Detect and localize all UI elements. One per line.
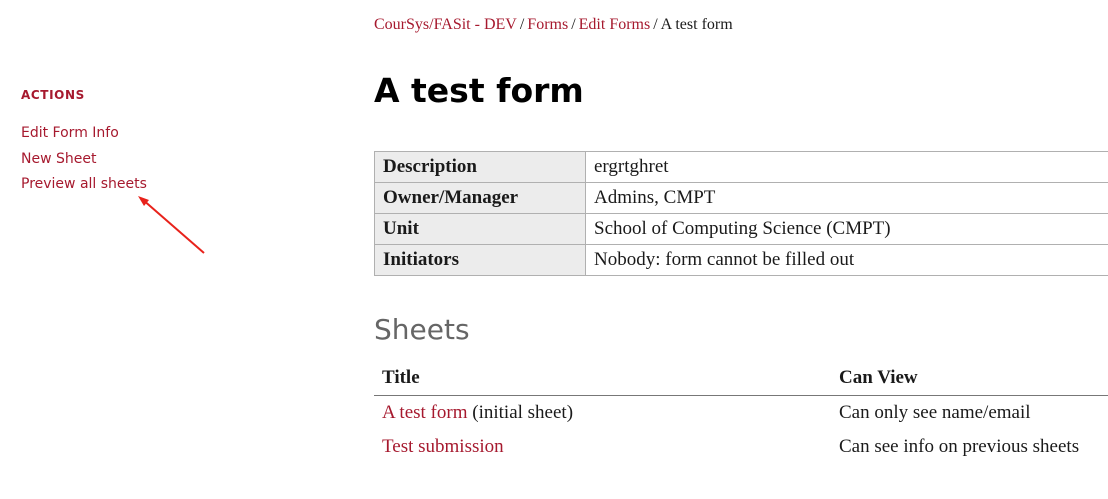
sheets-table: Title Can View A test form (initial shee… [374,362,1108,464]
initial-sheet-note: (initial sheet) [472,402,574,423]
initiators-label: Initiators [374,244,586,276]
description-value: ergrtghret [585,151,1108,183]
can-view-cell: Can only see name/email [839,402,1031,423]
breadcrumb-link-coursys[interactable]: CourSys/FASit - DEV [374,16,517,33]
breadcrumb-link-edit-forms[interactable]: Edit Forms [579,16,651,33]
table-row: Unit School of Computing Science (CMPT) [374,213,1108,245]
sheet-title-cell: Test submission [374,430,831,464]
breadcrumb-current: A test form [660,16,733,33]
preview-all-sheets-link[interactable]: Preview all sheets [21,176,147,192]
unit-value: School of Computing Science (CMPT) [585,213,1108,245]
table-row: Description ergrtghret [374,151,1108,183]
actions-heading: ACTIONS [21,88,85,102]
new-sheet-link[interactable]: New Sheet [21,151,96,167]
sheet-link-a-test-form[interactable]: A test form [382,402,468,423]
actions-list: Edit Form Info New Sheet Preview all she… [21,121,301,198]
action-item: Edit Form Info [21,121,301,147]
breadcrumb: CourSys/FASit - DEV / Forms / Edit Forms / A t… [374,15,733,35]
breadcrumb-link-forms[interactable]: Forms [527,16,568,33]
unit-label: Unit [374,213,586,245]
table-row: Test submission Can see info on previous… [374,430,1108,464]
breadcrumb-separator: / [519,16,525,33]
initiators-value: Nobody: form cannot be filled out [585,244,1108,276]
table-row: Initiators Nobody: form cannot be filled… [374,244,1108,276]
owner-manager-value: Admins, CMPT [585,182,1108,214]
sheets-heading: Sheets [374,313,470,346]
sheet-link-test-submission[interactable]: Test submission [382,436,504,457]
edit-form-info-link[interactable]: Edit Form Info [21,125,119,141]
sheet-title-cell: A test form (initial sheet) [374,396,831,431]
owner-manager-label: Owner/Manager [374,182,586,214]
page-title: A test form [374,71,584,110]
action-item: Preview all sheets [21,172,301,198]
form-info-table: Description ergrtghret Owner/Manager Adm… [374,151,1108,276]
can-view-column-header: Can View [831,362,1108,396]
title-column-header: Title [374,362,831,396]
can-view-cell: Can see info on previous sheets [839,436,1080,457]
action-item: New Sheet [21,147,301,173]
annotation-arrow [138,196,205,254]
breadcrumb-separator: / [653,16,658,33]
table-header-row: Title Can View [374,362,1108,396]
actions-sidebar: ACTIONS Edit Form Info New Sheet Preview… [21,86,301,198]
table-row: Owner/Manager Admins, CMPT [374,182,1108,214]
breadcrumb-separator: / [571,16,576,33]
description-label: Description [374,151,586,183]
table-row: A test form (initial sheet) Can only see… [374,396,1108,431]
